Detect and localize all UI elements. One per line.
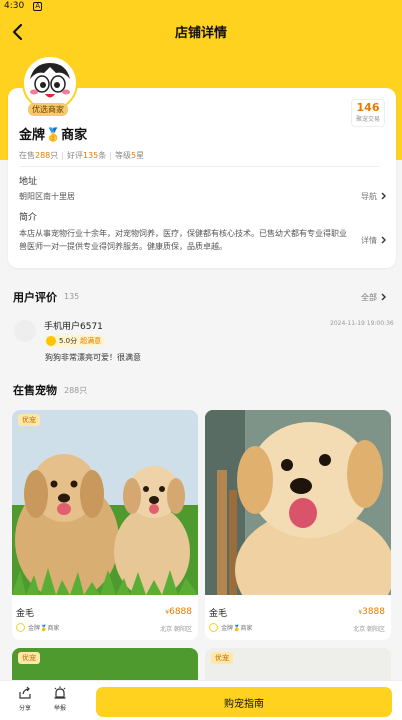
pet-seller-name: 金牌🥇商家 (221, 625, 253, 632)
review-rating: 5.0分 超满意 (45, 335, 106, 347)
reviews-all-link[interactable]: 全部 (361, 292, 387, 303)
sold-count: 146 (356, 101, 380, 114)
pets-count: 288只 (64, 386, 88, 395)
share-icon (19, 686, 31, 699)
pet-seller-name: 金牌🥇商家 (28, 625, 60, 632)
pet-location: 北京 朝阳区 (353, 626, 385, 633)
pet-price-value: 6888 (169, 607, 192, 617)
report-button[interactable]: 举报 (45, 686, 75, 712)
on-sale-value: 288 (35, 151, 51, 160)
page-title: 店铺详情 (174, 26, 227, 41)
review-time: 2024-11-19 19:00:36 (330, 320, 394, 327)
details-label: 详情 (361, 236, 377, 245)
navigate-label: 导航 (361, 192, 377, 201)
pet-price-value: 3888 (362, 607, 385, 617)
seller-avatar-icon (209, 623, 218, 632)
pet-price: ¥6888 (165, 607, 192, 617)
reviews-all-label: 全部 (361, 293, 377, 302)
premium-pet-tag: 优宠 (18, 414, 40, 426)
address-label: 地址 (19, 177, 38, 187)
premium-pet-tag: 优宠 (18, 652, 40, 664)
address-value: 朝阳区南十里居 (19, 192, 75, 201)
on-sale-unit: 只 (50, 151, 59, 160)
pet-price: ¥3888 (358, 607, 385, 617)
review-text: 狗狗非常漂亮可爱！很满意 (45, 353, 141, 362)
shop-stats: 在售288只 | 好评135条 | 等级5星 (19, 151, 145, 160)
pet-seller: 金牌🥇商家 (16, 623, 59, 632)
notification-badge-icon: A (33, 2, 43, 11)
sold-count-box: 146 聚宠交易 (351, 99, 385, 127)
on-sale-prefix: 在售 (19, 151, 35, 160)
alarm-icon (54, 686, 66, 699)
intro-text: 本店从事宠物行业十余年，对宠物饲养，医疗，保健都有核心技术。已售幼犬都有专业得职… (19, 229, 347, 251)
pet-card[interactable]: 优宠 金毛 ¥6888 金牌🥇商家 北京 朝阳区 (12, 410, 198, 640)
seller-avatar-icon (16, 623, 25, 632)
pet-location: 北京 朝阳区 (160, 626, 192, 633)
chevron-right-icon (381, 192, 386, 200)
mascot-logo-icon (25, 58, 75, 108)
golden-retriever-photo (12, 410, 198, 595)
good-review-prefix: 好评 (66, 151, 83, 160)
pet-name: 金毛 (16, 609, 35, 619)
pet-card[interactable]: 金毛 ¥3888 金牌🥇商家 北京 朝阳区 (205, 410, 391, 640)
details-link[interactable]: 详情 (361, 235, 387, 246)
reviews-count: 135 (64, 292, 80, 301)
good-review-unit: 条 (98, 151, 107, 160)
share-label: 分享 (18, 705, 31, 712)
review-user-avatar (14, 320, 36, 342)
pets-title: 在售宠物 (13, 384, 57, 397)
status-bar: 4:30 A (0, 0, 402, 14)
share-button[interactable]: 分享 (10, 686, 40, 712)
pet-name: 金毛 (209, 609, 228, 619)
review-user-name: 手机用户6571 (44, 322, 103, 332)
chevron-right-icon (381, 236, 386, 244)
shop-name: 金牌🥇商家 (19, 128, 88, 143)
report-label: 举报 (53, 705, 66, 712)
level-prefix: 等级 (114, 151, 131, 160)
pet-seller: 金牌🥇商家 (209, 623, 252, 632)
preferred-merchant-badge: 优选商家 (28, 103, 68, 116)
chevron-right-icon (381, 293, 386, 301)
bottom-bar: 分享 举报 购宠指南 (0, 680, 402, 720)
sold-count-label: 聚宠交易 (355, 116, 380, 123)
premium-pet-tag: 优宠 (211, 652, 233, 664)
reviews-title: 用户评价 (13, 291, 57, 304)
review-score: 5.0分 (59, 337, 78, 345)
intro-label: 简介 (19, 213, 38, 223)
buying-guide-button[interactable]: 购宠指南 (96, 687, 392, 717)
card-divider (19, 166, 379, 167)
navigate-link[interactable]: 导航 (361, 191, 387, 202)
review-level: 超满意 (80, 337, 102, 345)
status-time: 4:30 (4, 1, 25, 11)
pet-photo (12, 410, 198, 595)
good-review-value: 135 (82, 151, 99, 160)
level-unit: 星 (136, 151, 145, 160)
pet-photo (205, 410, 391, 595)
golden-retriever-puppy-photo (205, 410, 391, 595)
smile-emoji-icon (46, 336, 56, 346)
